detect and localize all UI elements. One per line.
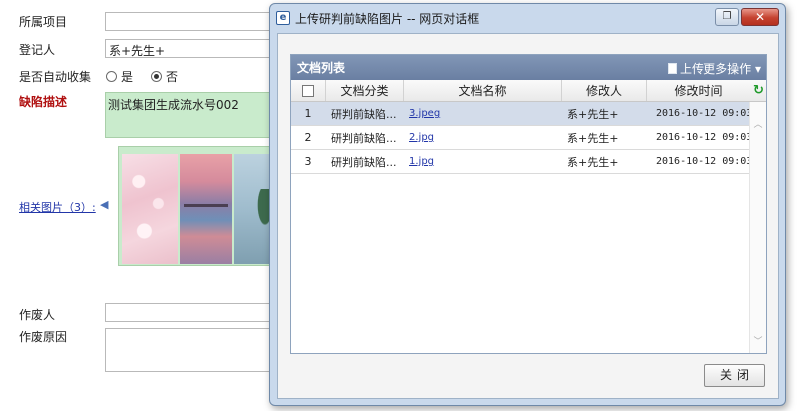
- document-list-panel: 文档列表 上传 更多操作 ▾ 文档分类 文档名称 修改人 修改时间 ↻ 1 研判…: [290, 54, 767, 354]
- void-reason-label: 作废原因: [19, 330, 68, 344]
- project-field[interactable]: [105, 12, 275, 31]
- row-time: 2016-10-12 09:03: [656, 156, 753, 167]
- auto-collect-radio-group: 是 否: [106, 68, 178, 85]
- row-time: 2016-10-12 09:03: [656, 132, 753, 143]
- row-index: 1: [304, 107, 312, 120]
- voider-field[interactable]: [105, 303, 275, 322]
- row-modifier: 系+先生+: [567, 155, 619, 169]
- panel-header: 文档列表 上传 更多操作 ▾: [291, 55, 766, 80]
- vertical-scrollbar[interactable]: ︿ ﹀: [749, 102, 766, 353]
- row-file-link[interactable]: 2.jpg: [409, 126, 434, 149]
- table-row[interactable]: 3 研判前缺陷... 1.jpg 系+先生+ 2016-10-12 09:03: [291, 150, 766, 174]
- close-dialog-button[interactable]: 关闭: [704, 364, 765, 387]
- table-row[interactable]: 1 研判前缺陷... 3.jpeg 系+先生+ 2016-10-12 09:03: [291, 102, 766, 126]
- table-header: 文档分类 文档名称 修改人 修改时间 ↻: [291, 80, 766, 102]
- refresh-icon[interactable]: ↻: [750, 80, 767, 101]
- select-all-cell: [291, 80, 325, 101]
- close-icon[interactable]: ✕: [741, 8, 779, 26]
- auto-collect-yes-radio[interactable]: [106, 71, 117, 82]
- chevron-down-icon: ▾: [754, 62, 761, 76]
- defect-desc-label: 缺陷描述: [19, 95, 68, 109]
- upload-button[interactable]: 上传: [667, 60, 704, 77]
- column-modifier[interactable]: 修改人: [561, 80, 646, 101]
- row-index: 3: [304, 155, 312, 168]
- void-reason-field[interactable]: [105, 328, 275, 372]
- upload-button-label: 上传: [679, 62, 704, 76]
- auto-collect-no-label: 否: [166, 70, 179, 84]
- table-row[interactable]: 2 研判前缺陷... 2.jpg 系+先生+ 2016-10-12 09:03: [291, 126, 766, 150]
- back-arrow-icon[interactable]: ◀: [100, 198, 108, 211]
- column-modified-time[interactable]: 修改时间: [646, 80, 750, 101]
- scroll-down-icon[interactable]: ﹀: [753, 337, 763, 347]
- panel-title: 文档列表: [297, 61, 346, 75]
- registrant-field[interactable]: 系+先生+: [105, 39, 275, 58]
- auto-collect-label: 是否自动收集: [19, 70, 92, 84]
- row-modifier: 系+先生+: [567, 131, 619, 145]
- dialog-title: 上传研判前缺陷图片 -- 网页对话框: [295, 11, 480, 26]
- dialog-title-bar[interactable]: e 上传研判前缺陷图片 -- 网页对话框 ❐ ✕: [270, 4, 785, 32]
- voider-label: 作废人: [19, 308, 56, 322]
- row-modifier: 系+先生+: [567, 107, 619, 121]
- row-file-link[interactable]: 1.jpg: [409, 150, 434, 173]
- auto-collect-no-radio[interactable]: [151, 71, 163, 82]
- project-label: 所属项目: [19, 15, 68, 29]
- registrant-label: 登记人: [19, 43, 56, 57]
- row-file-link[interactable]: 3.jpeg: [409, 102, 440, 125]
- document-icon: [667, 63, 677, 74]
- thumbnail-image[interactable]: [180, 154, 232, 264]
- select-all-checkbox[interactable]: [302, 84, 314, 97]
- more-operations-menu[interactable]: 更多操作 ▾: [703, 60, 761, 77]
- column-name[interactable]: 文档名称: [403, 80, 561, 101]
- ie-page-icon: e: [276, 11, 290, 25]
- thumbnail-image[interactable]: [122, 154, 178, 264]
- column-category[interactable]: 文档分类: [325, 80, 403, 101]
- auto-collect-yes-label: 是: [121, 70, 134, 84]
- restore-icon[interactable]: ❐: [715, 8, 739, 26]
- scroll-up-icon[interactable]: ︿: [753, 120, 763, 130]
- upload-dialog: e 上传研判前缺陷图片 -- 网页对话框 ❐ ✕ 文档列表 上传 更多操作 ▾: [269, 3, 786, 406]
- row-index: 2: [304, 131, 312, 144]
- related-images-link[interactable]: 相关图片（3）:: [19, 199, 96, 215]
- row-time: 2016-10-12 09:03: [656, 108, 753, 119]
- row-category: 研判前缺陷...: [331, 155, 397, 169]
- row-category: 研判前缺陷...: [331, 131, 397, 145]
- dialog-client-area: 文档列表 上传 更多操作 ▾ 文档分类 文档名称 修改人 修改时间 ↻ 1 研判…: [277, 33, 779, 399]
- row-category: 研判前缺陷...: [331, 107, 397, 121]
- more-operations-label: 更多操作: [703, 62, 752, 76]
